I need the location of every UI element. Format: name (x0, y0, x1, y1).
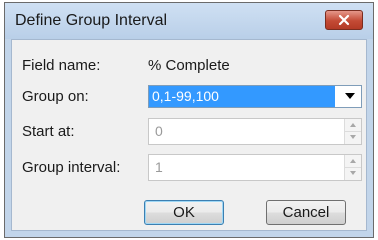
define-group-interval-dialog: Define Group Interval Field name: % Comp… (4, 2, 374, 238)
dialog-title: Define Group Interval (15, 12, 168, 29)
close-button[interactable] (325, 10, 363, 30)
start-at-label: Start at: (22, 123, 75, 140)
start-at-spin-buttons (344, 119, 361, 144)
start-at-spinner[interactable]: 0 (148, 118, 362, 145)
group-on-select[interactable]: 0,1-99,100 (148, 85, 362, 108)
group-on-label: Group on: (22, 88, 89, 105)
dropdown-arrow-icon[interactable] (345, 93, 355, 99)
cancel-button[interactable]: Cancel (266, 200, 346, 225)
group-interval-down-arrow-icon[interactable] (345, 167, 361, 179)
field-name-value: % Complete (148, 57, 230, 74)
group-interval-label: Group interval: (22, 159, 121, 176)
dialog-body: Field name: % Complete Group on: 0,1-99,… (11, 39, 367, 231)
group-on-selected-value[interactable]: 0,1-99,100 (149, 86, 335, 107)
start-at-down-arrow-icon[interactable] (345, 131, 361, 143)
ok-button[interactable]: OK (144, 200, 224, 225)
field-name-label: Field name: (22, 57, 101, 74)
group-interval-spinner[interactable]: 1 (148, 154, 362, 181)
start-at-value[interactable]: 0 (155, 123, 163, 139)
close-icon (338, 14, 350, 26)
group-interval-value[interactable]: 1 (155, 159, 163, 175)
title-bar[interactable]: Define Group Interval (5, 3, 373, 39)
group-interval-spin-buttons (344, 155, 361, 180)
